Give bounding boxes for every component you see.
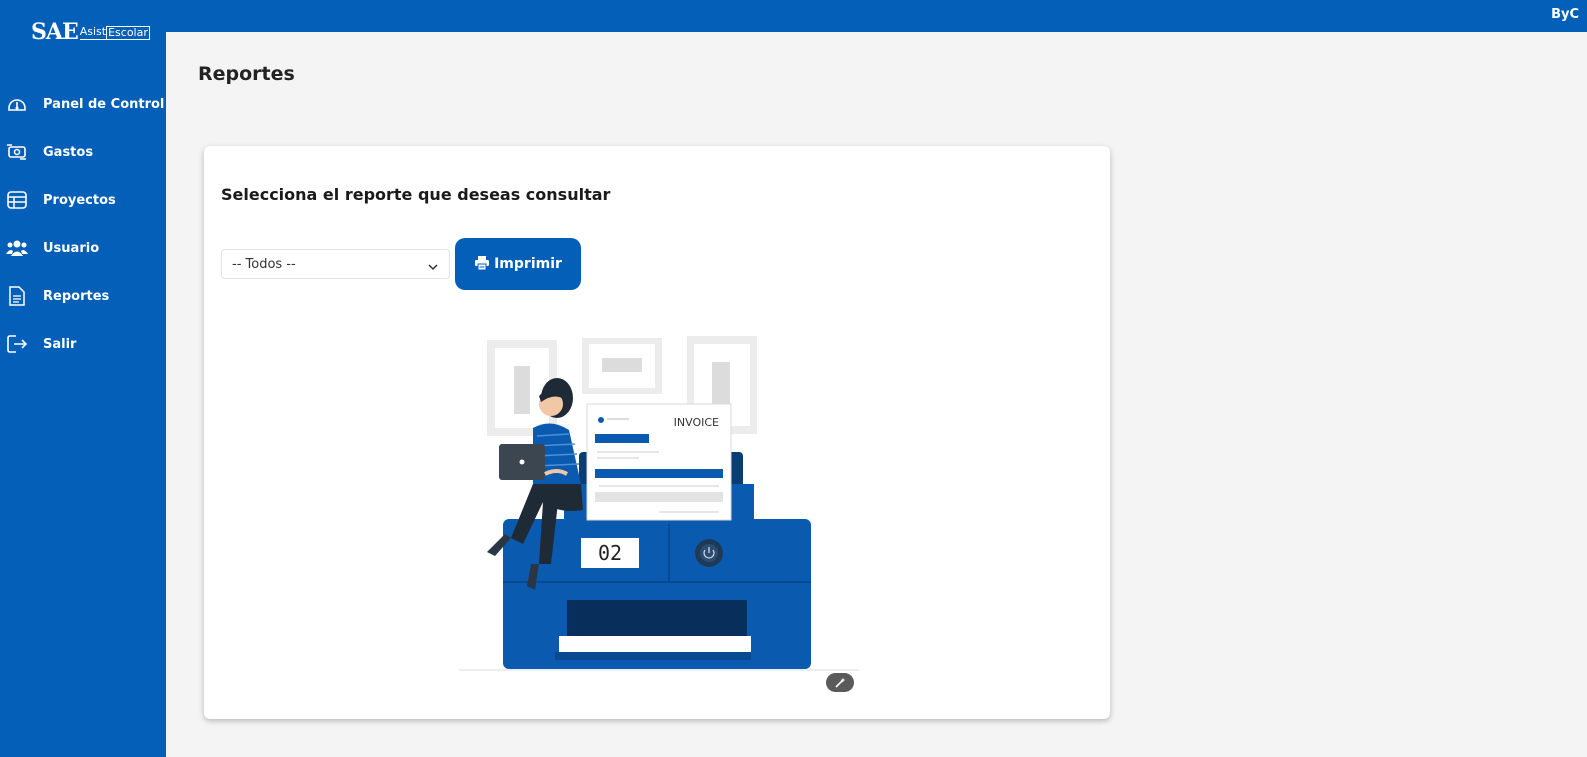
chevron-down-icon [427, 258, 439, 271]
sidebar-item-gastos[interactable]: Gastos [0, 128, 166, 176]
logout-icon [6, 333, 28, 355]
page-title: Reportes [198, 63, 295, 85]
print-button[interactable]: Imprimir [455, 238, 581, 290]
logo-sub-text-2: Escolar [106, 26, 150, 40]
sidebar-item-proyectos[interactable]: Proyectos [0, 176, 166, 224]
sidebar-item-label: Proyectos [43, 192, 116, 208]
top-bar: ByC [0, 0, 1587, 32]
report-card: Selecciona el reporte que deseas consult… [204, 146, 1110, 719]
sidebar-item-panel-de-control[interactable]: Panel de Control [0, 80, 166, 128]
sidebar-item-label: Gastos [43, 144, 94, 160]
app-logo[interactable]: SAE Asist Escolar [31, 15, 150, 45]
sidebar-item-label: Usuario [43, 240, 100, 256]
sidebar-nav: Panel de Control Gastos Proyectos Usuari… [0, 80, 166, 368]
report-illustration: 02 INVOICE [459, 334, 859, 678]
invoice-title: INVOICE [674, 416, 719, 429]
dashboard-icon [6, 93, 28, 115]
logo-sub-text-1: Asist [79, 25, 107, 40]
user-name[interactable]: ByC [1551, 7, 1579, 22]
sidebar-item-salir[interactable]: Salir [0, 320, 166, 368]
report-select[interactable]: -- Todos -- [221, 249, 450, 279]
report-select-value: -- Todos -- [232, 257, 296, 272]
money-exchange-icon [6, 141, 28, 163]
sidebar-item-usuario[interactable]: Usuario [0, 224, 166, 272]
sidebar-item-label: Panel de Control [43, 96, 165, 112]
sidebar: SAE Asist Escolar Panel de Control Gasto… [0, 0, 166, 757]
table-icon [6, 189, 28, 211]
sidebar-item-label: Reportes [43, 288, 110, 304]
magic-wand-icon[interactable] [826, 673, 854, 692]
report-heading: Selecciona el reporte que deseas consult… [221, 185, 611, 204]
sidebar-item-reportes[interactable]: Reportes [0, 272, 166, 320]
printer-icon [474, 255, 490, 274]
users-icon [6, 237, 28, 259]
print-button-label: Imprimir [494, 256, 562, 272]
logo-main-text: SAE [31, 19, 79, 45]
sidebar-item-label: Salir [43, 336, 77, 352]
counter-display: 02 [598, 541, 622, 565]
document-icon [6, 285, 28, 307]
